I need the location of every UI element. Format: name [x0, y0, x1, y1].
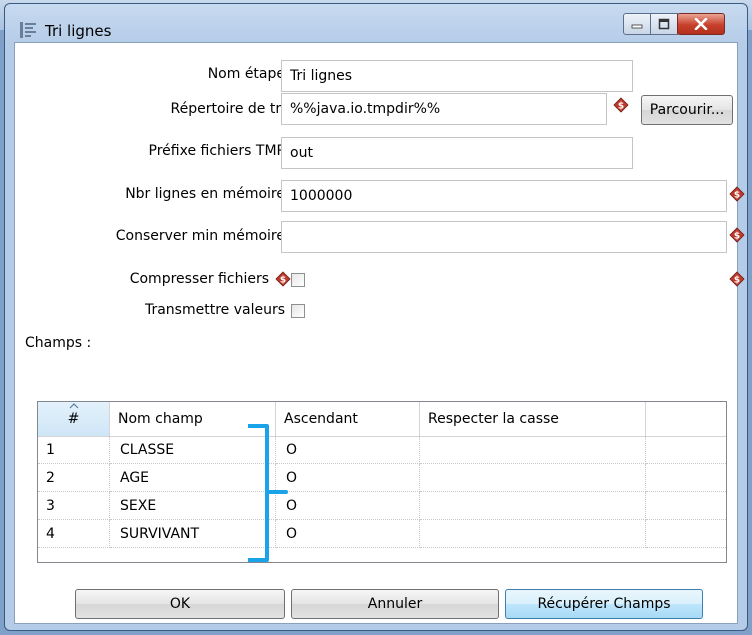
row-number: 2 — [38, 464, 110, 492]
variable-icon: $ — [275, 271, 291, 287]
maximize-icon — [658, 18, 670, 30]
sort-directory-input[interactable]: %%java.io.tmpdir%% — [281, 93, 607, 125]
svg-text:$: $ — [734, 276, 740, 286]
table-row[interactable]: 3 SEXE O — [38, 492, 726, 520]
get-fields-button[interactable]: Récupérer Champs — [505, 589, 703, 619]
table-row[interactable]: 1 CLASSE O — [38, 436, 726, 464]
empty-cell — [646, 436, 726, 464]
empty-cell — [646, 520, 726, 548]
empty-cell — [646, 464, 726, 492]
tmp-prefix-label: Préfixe fichiers TMP — [148, 143, 285, 159]
compress-files-checkbox[interactable] — [291, 273, 305, 287]
variable-icon: $ — [613, 97, 629, 113]
variable-icon: $ — [729, 186, 745, 202]
rows-in-memory-label: Nbr lignes en mémoire — [125, 186, 285, 202]
pass-values-label: Transmettre valeurs — [144, 302, 285, 318]
table-row[interactable]: 2 AGE O — [38, 464, 726, 492]
close-icon — [694, 18, 708, 30]
svg-text:$: $ — [734, 191, 740, 201]
cancel-button[interactable]: Annuler — [291, 589, 499, 619]
window-title: Tri lignes — [45, 22, 112, 40]
row-number: 1 — [38, 436, 110, 464]
fields-table: # Nom champ Ascendant Respecter la casse… — [37, 401, 727, 563]
column-header-case-sensitive[interactable]: Respecter la casse — [420, 402, 646, 436]
case-sensitive-cell[interactable] — [420, 436, 646, 464]
column-header-empty — [646, 402, 726, 436]
table-row[interactable]: 4 SURVIVANT O — [38, 520, 726, 548]
minimize-icon — [631, 24, 643, 29]
compress-files-label: Compresser fichiers — [129, 271, 269, 287]
case-sensitive-cell[interactable] — [420, 464, 646, 492]
svg-text:$: $ — [280, 276, 286, 286]
sort-arrow-icon — [69, 403, 79, 409]
minimize-button[interactable] — [623, 13, 651, 35]
rows-in-memory-input[interactable]: 1000000 — [281, 180, 727, 212]
keep-min-memory-label: Conserver min mémoire — [115, 228, 285, 244]
step-name-label: Nom étape — [207, 66, 285, 82]
fields-label: Champs : — [25, 335, 92, 351]
close-button[interactable] — [677, 13, 725, 35]
browse-button[interactable]: Parcourir... — [641, 95, 733, 125]
table-header: # Nom champ Ascendant Respecter la casse — [38, 402, 726, 437]
case-sensitive-cell[interactable] — [420, 492, 646, 520]
step-name-input[interactable]: Tri lignes — [281, 60, 633, 92]
variable-icon: $ — [729, 271, 745, 287]
column-header-number-label: # — [67, 411, 80, 427]
row-number: 3 — [38, 492, 110, 520]
sort-rows-icon — [20, 22, 36, 38]
keep-min-memory-input[interactable] — [281, 221, 727, 253]
case-sensitive-cell[interactable] — [420, 520, 646, 548]
annotation-bracket — [248, 424, 288, 562]
maximize-button[interactable] — [650, 13, 678, 35]
svg-text:$: $ — [734, 232, 740, 242]
dialog-content: Nom étape Tri lignes Répertoire de tri %… — [14, 42, 745, 624]
ok-button[interactable]: OK — [75, 589, 285, 619]
empty-cell — [646, 492, 726, 520]
svg-text:$: $ — [618, 102, 624, 112]
sort-directory-label: Répertoire de tri — [170, 101, 285, 117]
tmp-prefix-input[interactable]: out — [281, 137, 633, 169]
row-number: 4 — [38, 520, 110, 548]
column-header-number[interactable]: # — [38, 402, 110, 436]
dialog-window: Tri lignes Nom étape Tri lignes Répertoi… — [4, 3, 748, 631]
variable-icon: $ — [729, 227, 745, 243]
pass-values-checkbox[interactable] — [291, 304, 305, 318]
